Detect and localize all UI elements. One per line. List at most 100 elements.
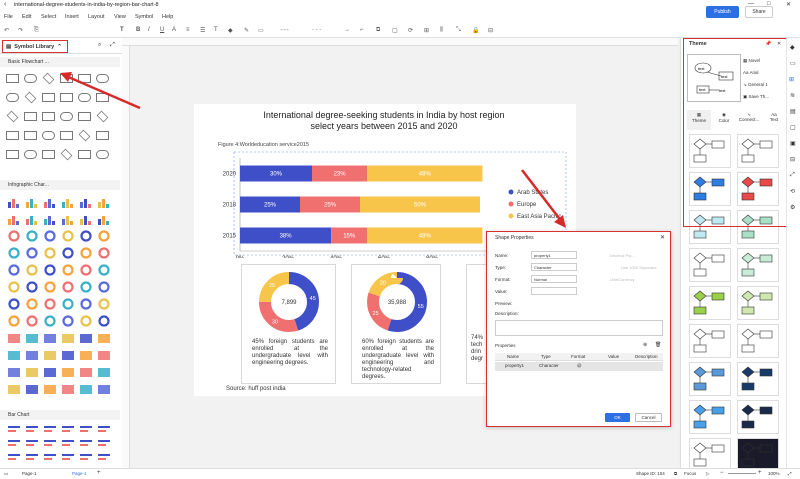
image-icon[interactable]: ▣ xyxy=(790,140,796,147)
theme-thumbnail[interactable] xyxy=(689,248,731,282)
settings-icon[interactable]: ⚙ xyxy=(790,204,795,211)
theme-thumbnail[interactable] xyxy=(689,400,731,434)
theme-thumbnail-graphic xyxy=(693,290,725,315)
table-row[interactable]: property1 Character @ xyxy=(495,362,663,371)
page-select[interactable]: Page-1 xyxy=(22,471,37,476)
thumb-rect xyxy=(693,420,707,429)
thumb-rect xyxy=(759,292,773,301)
zoom-in-icon[interactable]: + xyxy=(758,470,762,476)
theme-thumbnail[interactable] xyxy=(689,438,731,472)
page-view-icon[interactable]: ▭ xyxy=(4,471,8,477)
thumb-rect xyxy=(711,368,725,377)
properties-label: Properties xyxy=(495,343,516,348)
zoom-slider[interactable] xyxy=(728,473,756,474)
thumb-diamond xyxy=(693,366,707,378)
layers-icon[interactable]: ≋ xyxy=(790,92,795,99)
thumb-diamond xyxy=(693,328,707,340)
fullscreen-icon[interactable]: ⤢ xyxy=(788,471,792,476)
thumb-rect xyxy=(693,306,707,315)
layer-icon[interactable]: ⧉ xyxy=(674,471,677,476)
cancel-button[interactable]: Cancel xyxy=(635,413,662,422)
name-label: Name: xyxy=(495,253,509,258)
thumb-rect xyxy=(759,444,773,453)
thumb-rect xyxy=(741,306,755,315)
col-type: Type xyxy=(541,354,551,359)
thumb-rect xyxy=(741,458,755,467)
dialog-close-icon[interactable]: ✕ xyxy=(660,234,665,241)
value-label: Value: xyxy=(495,289,508,294)
description-input[interactable] xyxy=(495,320,663,336)
thumb-rect xyxy=(693,268,707,277)
add-property-icon[interactable]: ⊕ xyxy=(643,342,647,348)
theme-thumbnail-graphic xyxy=(693,328,725,353)
theme-thumbnail[interactable] xyxy=(689,324,731,358)
theme-thumbnail-graphic xyxy=(741,366,773,391)
add-page-icon[interactable]: + xyxy=(97,470,101,476)
theme-thumbnail[interactable] xyxy=(737,400,779,434)
row-type: Character xyxy=(539,363,559,368)
thumb-rect xyxy=(693,382,707,391)
theme-thumbnail[interactable] xyxy=(689,286,731,320)
value-input[interactable] xyxy=(531,287,577,295)
focus-button[interactable]: Focus xyxy=(684,471,696,476)
annotation-arrowhead-dialog xyxy=(554,215,566,228)
thumb-rect xyxy=(759,254,773,263)
fit-icon[interactable]: ⤢ xyxy=(790,172,795,179)
theme-thumbnail-graphic xyxy=(741,290,773,315)
type-select[interactable]: Character xyxy=(531,263,577,271)
fill-bucket-icon[interactable]: ◆ xyxy=(790,44,795,51)
thumb-diamond xyxy=(693,404,707,416)
thumb-rect xyxy=(693,230,707,239)
decimal-places-label: Decimal Pla... xyxy=(610,253,635,258)
zoom-level[interactable]: 100% xyxy=(768,471,780,476)
theme-thumbnail[interactable] xyxy=(737,286,779,320)
shape-properties-dialog[interactable]: Shape Properties ✕ Name: property1 Decim… xyxy=(486,231,671,427)
theme-thumbnail-graphic xyxy=(741,252,773,277)
theme-thumbnail-graphic xyxy=(693,404,725,429)
thumb-diamond xyxy=(693,252,707,264)
shape-id: Shape ID: 104 xyxy=(636,471,665,476)
theme-thumbnail-graphic xyxy=(693,366,725,391)
annotation-arrow-left xyxy=(65,74,141,110)
theme-thumbnail-graphic xyxy=(693,442,725,467)
theme-thumbnail-graphic xyxy=(741,404,773,429)
name-input[interactable]: property1 xyxy=(531,251,577,259)
thumb-diamond xyxy=(741,252,755,264)
thumb-rect xyxy=(711,406,725,415)
grid-icon[interactable]: ⊟ xyxy=(790,156,795,163)
data-icon[interactable]: ▤ xyxy=(790,108,796,115)
zoom-out-icon[interactable]: − xyxy=(720,470,724,476)
history-icon[interactable]: ⟲ xyxy=(790,188,795,195)
col-name: Name xyxy=(507,354,520,359)
thumb-rect xyxy=(711,444,725,453)
right-sidebar: ◆ ▭ ⊞ ≋ ▤ ▢ ▣ ⊟ ⤢ ⟲ ⚙ xyxy=(786,38,800,468)
thumb-diamond xyxy=(741,404,755,416)
thumb-diamond xyxy=(741,366,755,378)
thumb-diamond xyxy=(693,442,707,454)
theme-thumbnail[interactable] xyxy=(689,362,731,396)
theme-thumbnail[interactable] xyxy=(737,248,779,282)
theme-thumbnail-graphic xyxy=(693,252,725,277)
play-icon[interactable]: ▷ xyxy=(706,471,709,477)
style-icon[interactable]: ▭ xyxy=(790,60,796,67)
col-description: Description xyxy=(635,354,658,359)
theme-thumbnail[interactable] xyxy=(737,324,779,358)
row-name: property1 xyxy=(505,363,525,368)
theme-icon[interactable]: ⊞ xyxy=(789,76,794,83)
thumb-rect xyxy=(693,344,707,353)
theme-highlight-box xyxy=(683,38,797,227)
row-format: @ xyxy=(577,363,582,368)
page-tab[interactable]: Page-1 xyxy=(72,471,87,476)
theme-thumbnail[interactable] xyxy=(737,362,779,396)
unit-currency-label: Unit/Currency xyxy=(610,277,635,282)
thumb-diamond xyxy=(741,290,755,302)
col-value: Value xyxy=(608,354,620,359)
thumb-rect xyxy=(741,344,755,353)
thumb-rect xyxy=(741,268,755,277)
description-label: Description: xyxy=(495,311,519,316)
ok-button[interactable]: OK xyxy=(605,413,630,422)
theme-thumbnail[interactable] xyxy=(737,438,779,472)
format-select[interactable]: Normal xyxy=(531,275,577,283)
delete-property-icon[interactable]: 🗑 xyxy=(655,342,661,348)
page-icon[interactable]: ▢ xyxy=(790,124,796,131)
